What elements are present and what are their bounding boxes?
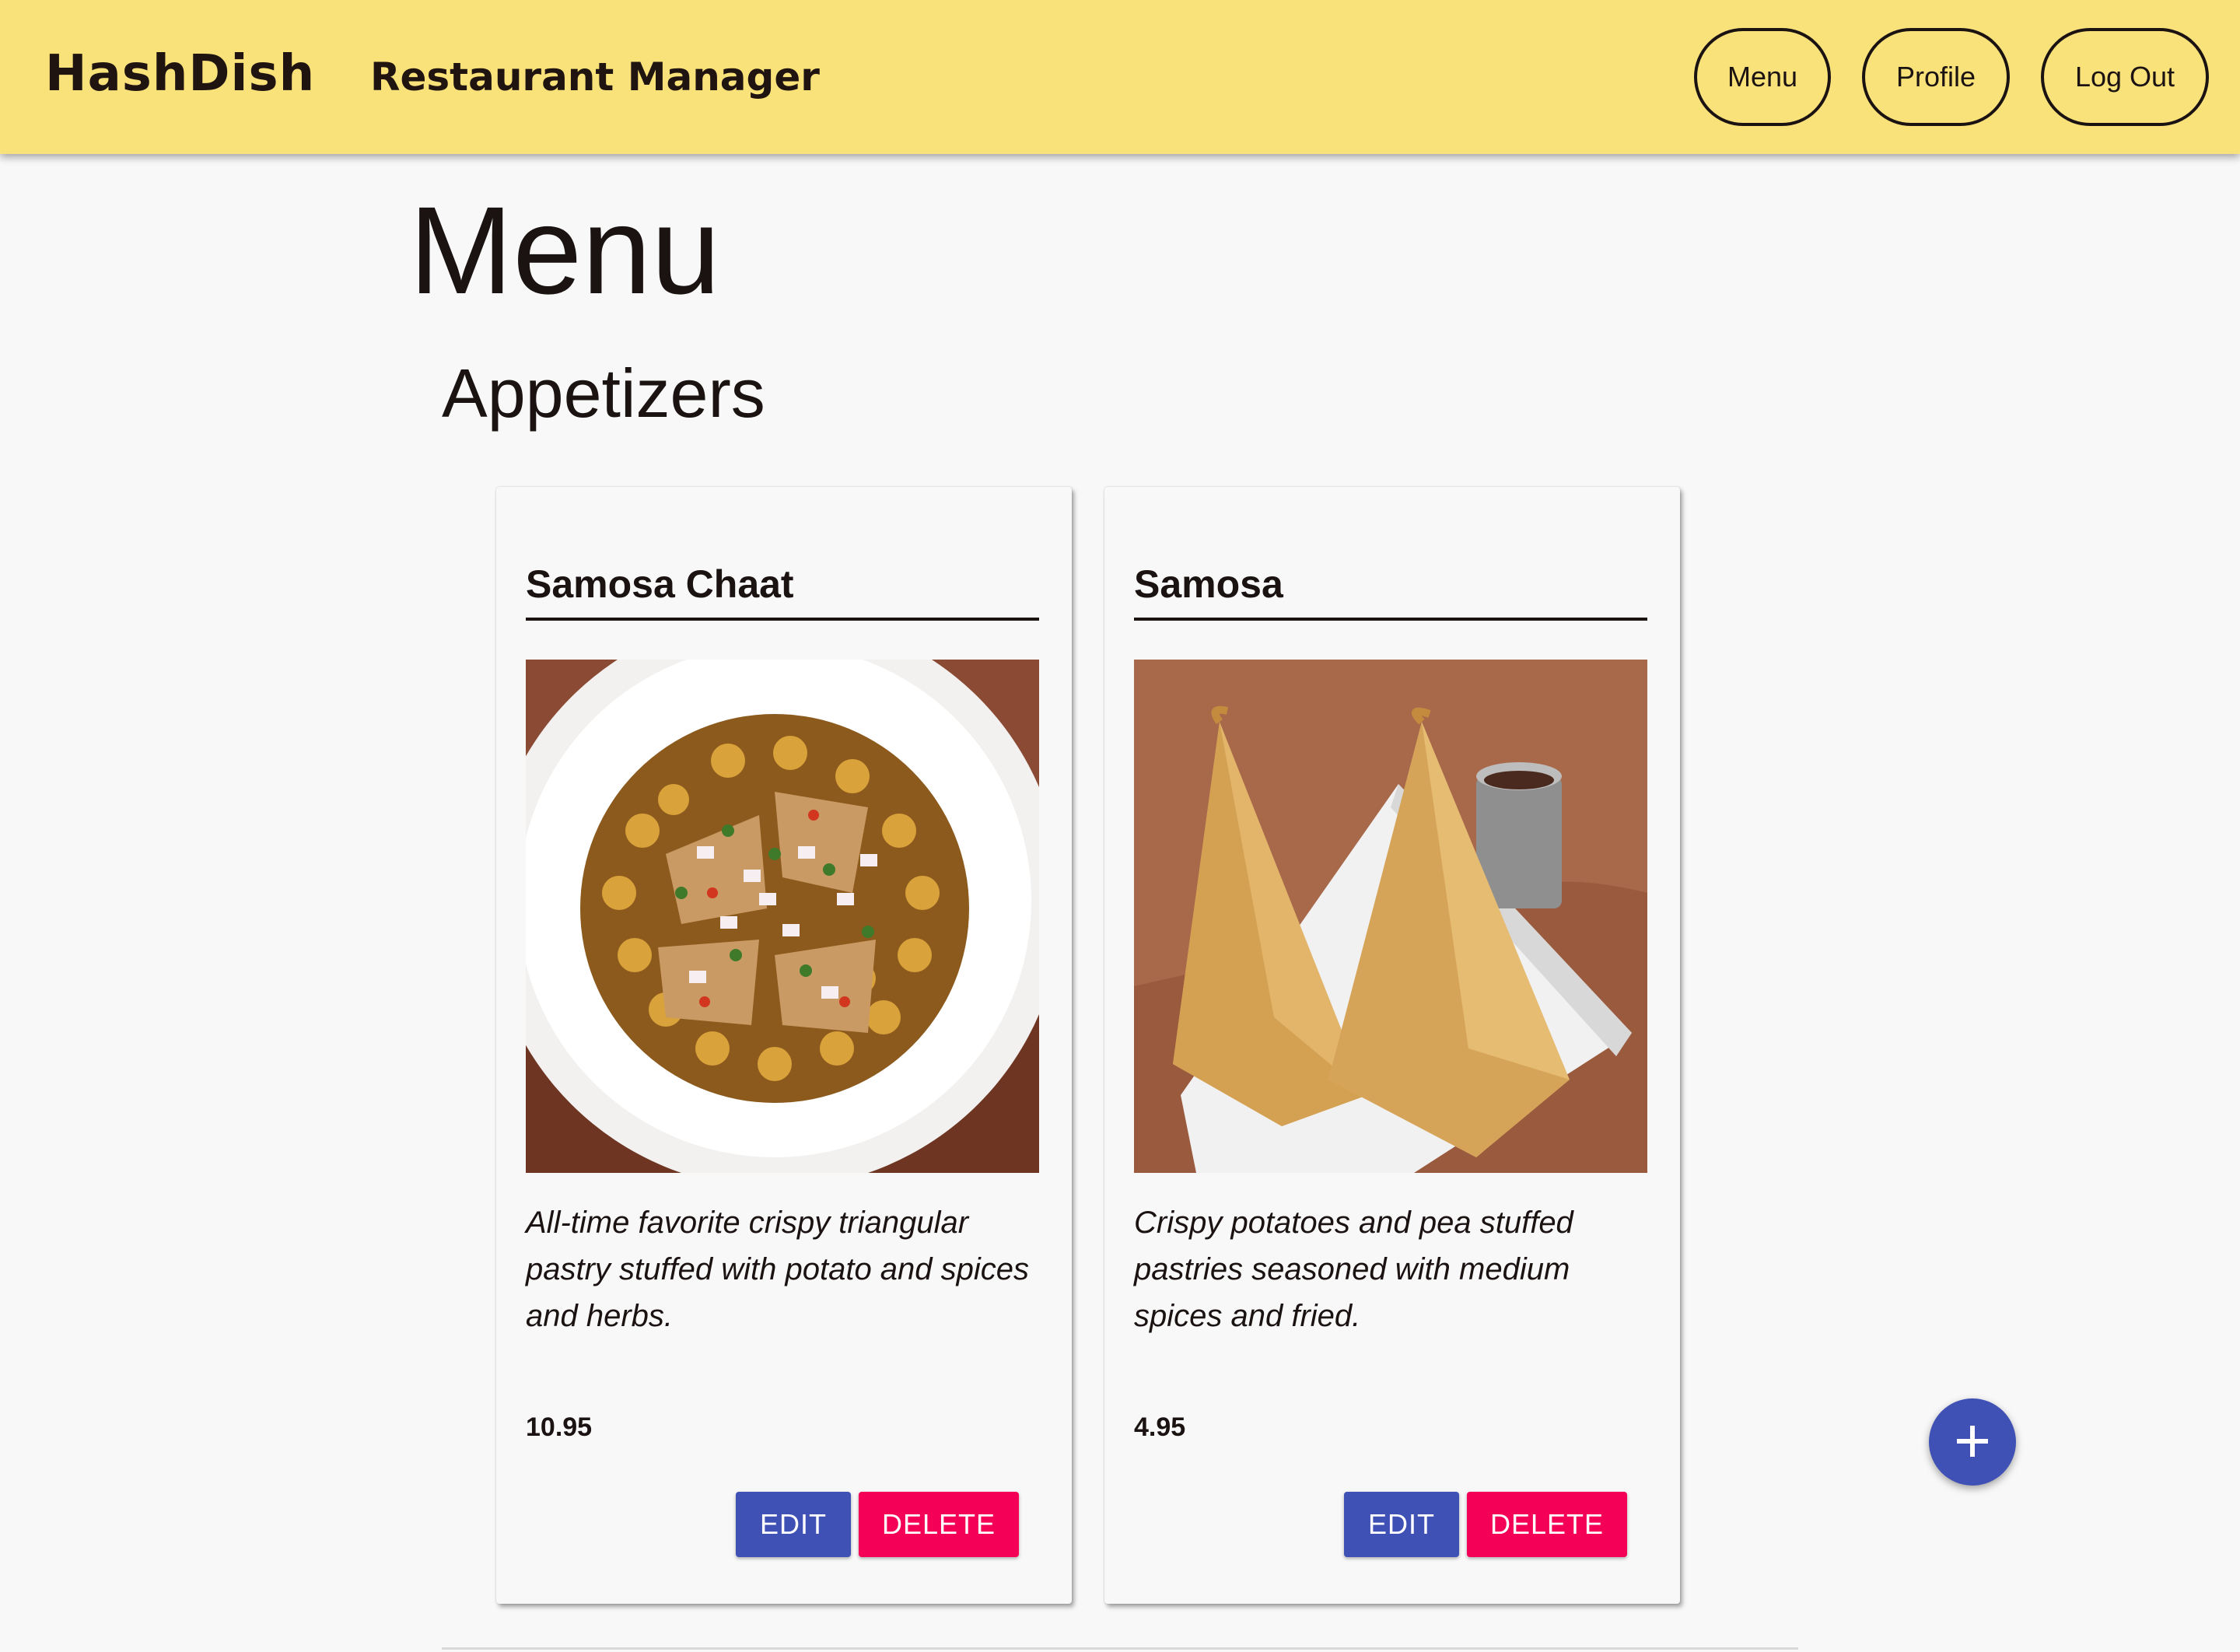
nav-logout-button[interactable]: Log Out <box>2041 28 2209 126</box>
delete-button[interactable]: DELETE <box>1467 1492 1627 1557</box>
item-description: Crispy potatoes and pea stuffed pastries… <box>1134 1206 1573 1333</box>
menu-item-card: Samosa Chaat All-time favorite crispy tr… <box>496 487 1072 1604</box>
edit-button[interactable]: EDIT <box>1344 1492 1459 1557</box>
item-price: 4.95 <box>1134 1412 1186 1442</box>
section-title: Appetizers <box>442 355 765 432</box>
nav-profile-button[interactable]: Profile <box>1862 28 2010 126</box>
item-name: Samosa Chaat <box>526 562 1039 621</box>
app-title: Restaurant Manager <box>370 54 820 100</box>
app-header: HashDish Restaurant Manager Menu Profile… <box>0 0 2240 154</box>
section-divider <box>442 1647 1798 1650</box>
add-item-button[interactable] <box>1929 1398 2016 1486</box>
menu-item-card: Samosa Crispy potatoes and pea stuffed p… <box>1104 487 1680 1604</box>
plus-icon <box>1955 1424 1990 1461</box>
brand-logo[interactable]: HashDish <box>45 45 315 103</box>
nav-menu-button[interactable]: Menu <box>1694 28 1831 126</box>
delete-button[interactable]: DELETE <box>859 1492 1019 1557</box>
samosa-chaat-photo <box>526 660 1039 1173</box>
edit-button[interactable]: EDIT <box>736 1492 851 1557</box>
samosa-photo <box>1134 660 1647 1173</box>
item-description: All-time favorite crispy triangular past… <box>526 1206 1030 1333</box>
page-title: Menu <box>409 180 721 320</box>
item-price: 10.95 <box>526 1412 593 1442</box>
item-name: Samosa <box>1134 562 1647 621</box>
